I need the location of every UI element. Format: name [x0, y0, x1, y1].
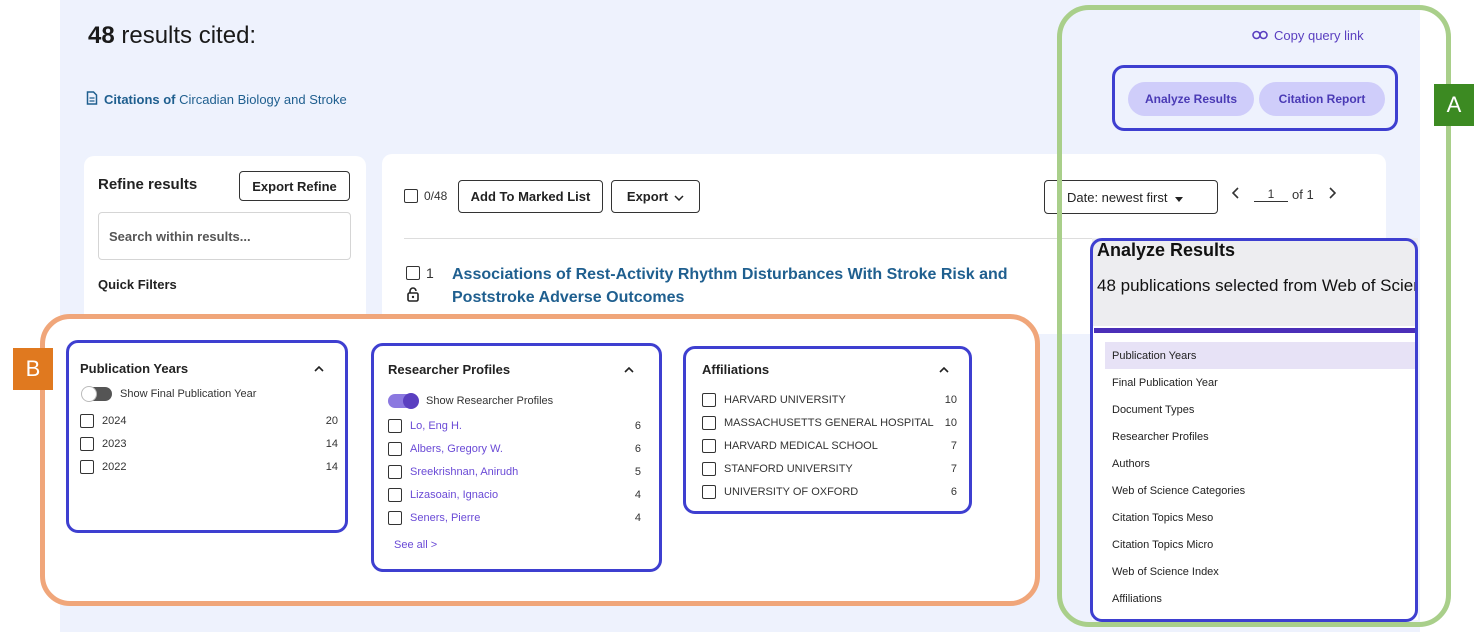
- results-heading-text: results cited:: [114, 22, 257, 49]
- researcher-toggle[interactable]: [388, 392, 419, 409]
- year-checkbox[interactable]: [80, 459, 94, 474]
- final-year-toggle[interactable]: [81, 385, 112, 402]
- collapse-chevron-icon[interactable]: [939, 360, 949, 378]
- researchers-title: Researcher Profiles: [388, 361, 511, 377]
- search-within-input[interactable]: Search within results...: [98, 212, 351, 260]
- list-item[interactable]: UNIVERSITY OF OXFORD 6: [702, 480, 957, 503]
- pub-years-title: Publication Years: [80, 360, 189, 376]
- affiliation-checkbox[interactable]: [702, 415, 716, 430]
- refine-title: Refine results: [98, 176, 198, 193]
- citations-link[interactable]: Citations of Circadian Biology and Strok…: [86, 91, 347, 108]
- researchers-card: Researcher Profiles Show Researcher Prof…: [388, 356, 641, 551]
- affiliation-checkbox[interactable]: [702, 461, 716, 476]
- researcher-checkbox[interactable]: [388, 418, 402, 433]
- chevron-down-icon: [674, 189, 684, 204]
- export-label: Export: [626, 189, 669, 204]
- list-item[interactable]: HARVARD UNIVERSITY 10: [702, 388, 957, 411]
- see-all-link[interactable]: See all >: [394, 539, 641, 551]
- list-item[interactable]: HARVARD MEDICAL SCHOOL 7: [702, 434, 957, 457]
- list-item[interactable]: Albers, Gregory W. 6: [388, 437, 641, 460]
- list-item[interactable]: MASSACHUSETTS GENERAL HOSPITAL 10: [702, 411, 957, 434]
- researcher-toggle-label: Show Researcher Profiles: [426, 394, 554, 407]
- list-item[interactable]: Sreekrishnan, Anirudh 5: [388, 460, 641, 483]
- highlight-frame-analyze-panel: [1090, 238, 1418, 622]
- annotation-label-a: A: [1434, 84, 1474, 126]
- researcher-checkbox[interactable]: [388, 510, 402, 525]
- list-item[interactable]: Lo, Eng H. 6: [388, 414, 641, 437]
- export-refine-button[interactable]: Export Refine: [239, 171, 350, 201]
- affiliation-checkbox[interactable]: [702, 484, 716, 499]
- affiliation-checkbox[interactable]: [702, 392, 716, 407]
- collapse-chevron-icon[interactable]: [624, 360, 634, 378]
- list-item[interactable]: 2024 20: [80, 409, 338, 432]
- affiliations-card: Affiliations HARVARD UNIVERSITY 10 MASSAC…: [702, 356, 957, 503]
- year-checkbox[interactable]: [80, 413, 94, 428]
- selected-count: 0/48: [424, 189, 448, 203]
- citations-prefix: Citations of: [104, 92, 176, 107]
- collapse-chevron-icon[interactable]: [314, 359, 324, 377]
- add-to-marked-list-button[interactable]: Add To Marked List: [458, 180, 603, 213]
- pub-years-card: Publication Years Show Final Publication…: [80, 354, 338, 478]
- record-title-link[interactable]: Associations of Rest-Activity Rhythm Dis…: [452, 263, 1072, 309]
- researcher-toggle-row[interactable]: Show Researcher Profiles: [388, 389, 641, 412]
- citations-title: Circadian Biology and Stroke: [175, 92, 347, 107]
- record-select[interactable]: 1: [406, 265, 434, 281]
- researcher-checkbox[interactable]: [388, 464, 402, 479]
- results-count: 48: [88, 22, 115, 49]
- select-all-checkbox[interactable]: [404, 189, 418, 203]
- final-year-toggle-row[interactable]: Show Final Publication Year: [81, 382, 338, 405]
- affiliations-title: Affiliations: [702, 361, 770, 377]
- select-all[interactable]: 0/48: [404, 189, 447, 203]
- record-checkbox[interactable]: [406, 266, 420, 280]
- record-number: 1: [426, 265, 434, 281]
- final-year-toggle-label: Show Final Publication Year: [120, 387, 257, 400]
- open-access-lock-icon: [407, 287, 419, 306]
- researcher-checkbox[interactable]: [388, 441, 402, 456]
- list-item[interactable]: Seners, Pierre 4: [388, 506, 641, 529]
- document-icon: [86, 91, 98, 108]
- quick-filters-heading: Quick Filters: [98, 277, 177, 292]
- list-item[interactable]: 2023 14: [80, 432, 338, 455]
- list-item[interactable]: STANFORD UNIVERSITY 7: [702, 457, 957, 480]
- results-heading: 48 results cited:: [88, 22, 256, 50]
- list-item[interactable]: 2022 14: [80, 455, 338, 478]
- affiliation-checkbox[interactable]: [702, 438, 716, 453]
- annotation-label-b: B: [13, 348, 53, 390]
- researcher-checkbox[interactable]: [388, 487, 402, 502]
- year-checkbox[interactable]: [80, 436, 94, 451]
- list-item[interactable]: Lizasoain, Ignacio 4: [388, 483, 641, 506]
- export-dropdown[interactable]: Export: [611, 180, 700, 213]
